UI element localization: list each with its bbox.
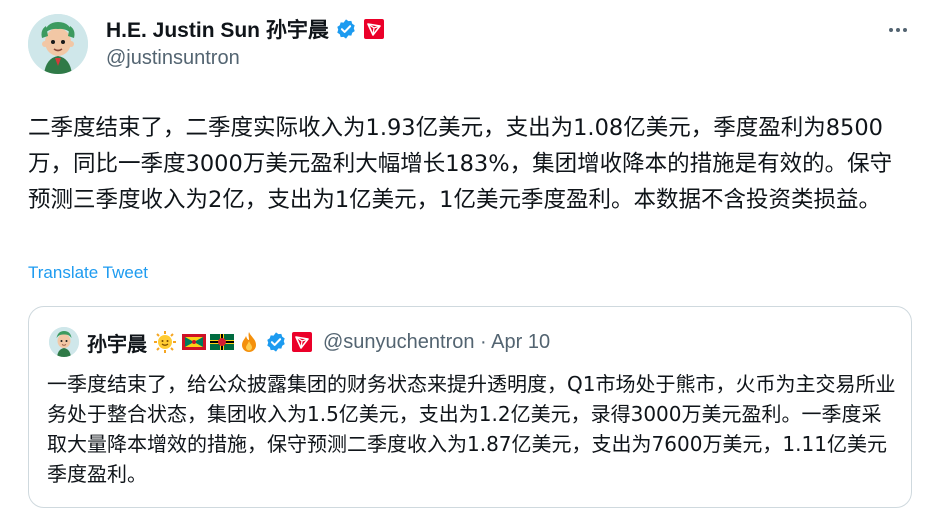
quoted-author-avatar[interactable] [49, 327, 79, 357]
dominica-flag-icon [209, 330, 234, 354]
author-name-row: H.E. Justin Sun 孙宇晨 [106, 14, 385, 44]
author-handle[interactable]: @justinsuntron [106, 47, 240, 70]
verified-icon [335, 18, 357, 40]
tron-logo-icon [363, 18, 385, 40]
sun-face-icon [153, 330, 177, 354]
author-avatar[interactable] [28, 14, 88, 74]
author-name[interactable]: H.E. Justin Sun 孙宇晨 [106, 14, 329, 44]
quoted-tweet-text: 一季度结束了，给公众披露集团的财务状态来提升透明度，Q1市场处于熊市，火币为主交… [47, 372, 896, 486]
fire-icon [237, 330, 261, 354]
grenada-flag-icon [181, 330, 206, 354]
tweet-text: 二季度结束了，二季度实际收入为1.93亿美元，支出为1.08亿美元，季度盈利为8… [28, 115, 893, 213]
quoted-avatar-illustration [49, 327, 79, 357]
more-options-icon[interactable] [884, 18, 912, 42]
author-avatar-illustration [28, 14, 88, 74]
quoted-handle-and-date[interactable]: @sunyuchentron · Apr 10 [323, 331, 550, 354]
tron-logo-icon [291, 331, 313, 353]
quoted-tweet[interactable]: 孙宇晨 @sunyuchentron · Apr 10 一季度结束了，给公众披露… [28, 306, 912, 508]
verified-icon [265, 331, 287, 353]
tweet-card: H.E. Justin Sun 孙宇晨 @justinsuntron 二季度结束… [0, 0, 934, 523]
quoted-author-name[interactable]: 孙宇晨 [87, 328, 147, 357]
quoted-header: 孙宇晨 @sunyuchentron · Apr 10 [87, 327, 550, 357]
translate-tweet-link[interactable]: Translate Tweet [28, 263, 148, 283]
